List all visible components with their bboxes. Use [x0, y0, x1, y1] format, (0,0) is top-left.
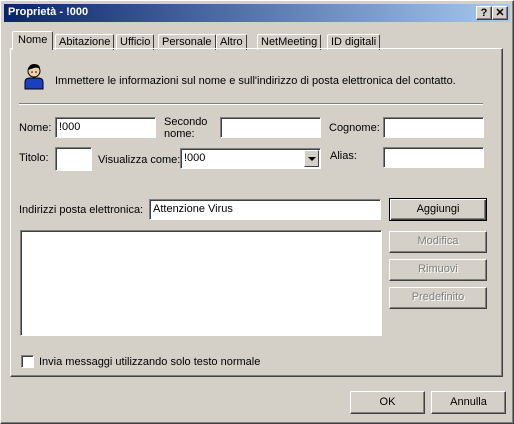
plain-text-checkbox[interactable] [21, 355, 34, 368]
ok-button[interactable]: OK [350, 391, 425, 414]
alias-field[interactable] [383, 147, 484, 168]
email-input[interactable]: Attenzione Virus [149, 199, 381, 220]
default-email-button[interactable]: Predefinito [389, 287, 487, 309]
close-button[interactable]: ✕ [492, 6, 508, 20]
plain-text-label[interactable]: Invia messaggi utilizzando solo testo no… [39, 356, 260, 369]
nome-field[interactable]: !000 [55, 117, 156, 138]
secondo-nome-field[interactable] [220, 117, 321, 138]
intro-text: Immettere le informazioni sul nome e sul… [55, 75, 456, 87]
cognome-field[interactable] [383, 117, 484, 138]
cognome-label: Cognome: [329, 122, 380, 134]
remove-email-button[interactable]: Rimuovi [389, 259, 487, 281]
add-email-button[interactable]: Aggiungi [389, 198, 487, 221]
window-title: Proprietà - !000 [8, 6, 89, 18]
title-bar: Proprietà - !000 ? ✕ [4, 4, 510, 22]
nome-label: Nome: [19, 122, 52, 134]
properties-dialog: Proprietà - !000 ? ✕ Nome Abitazione Uff… [0, 0, 514, 424]
person-icon [24, 64, 44, 90]
chevron-down-icon[interactable] [304, 150, 319, 167]
cancel-button[interactable]: Annulla [431, 391, 506, 414]
visualizza-dropdown[interactable]: !000 [180, 148, 321, 169]
visualizza-label: Visualizza come: [98, 154, 181, 166]
help-button[interactable]: ? [476, 6, 492, 20]
email-list[interactable] [20, 230, 382, 336]
tab-nome[interactable]: Nome [12, 31, 54, 51]
email-label: Indirizzi posta elettronica: [19, 204, 144, 216]
visualizza-value: !000 [184, 152, 206, 164]
secondo-nome-label-2: nome: [164, 128, 195, 140]
edit-email-button[interactable]: Modifica [389, 231, 487, 253]
alias-label: Alias: [330, 150, 357, 162]
titolo-field[interactable] [55, 147, 92, 171]
titolo-label: Titolo: [19, 152, 49, 164]
divider [19, 103, 483, 105]
